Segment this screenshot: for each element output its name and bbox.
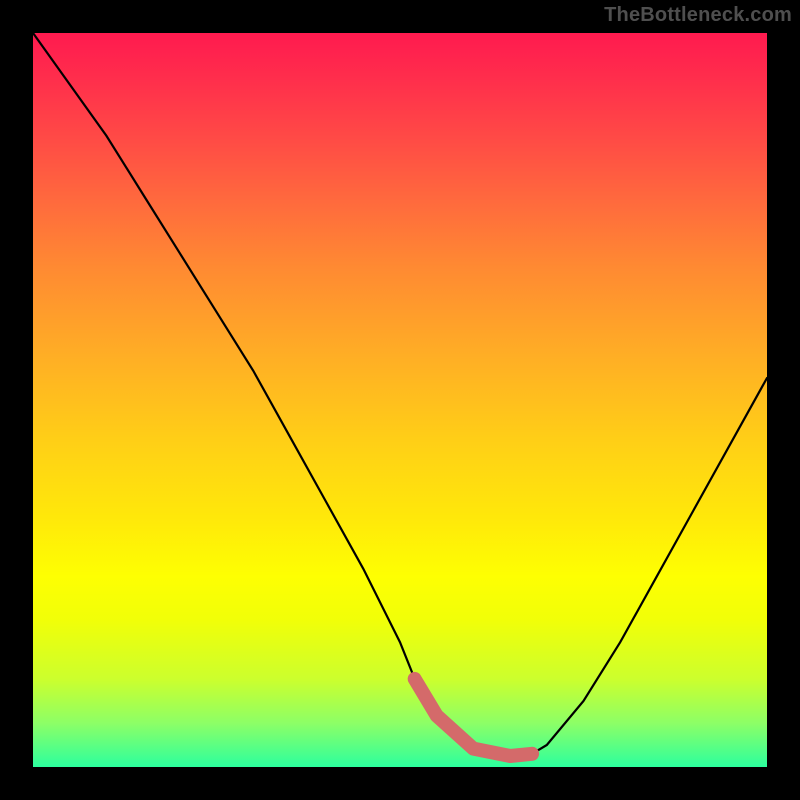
optimal-band-line: [415, 679, 532, 756]
chart-frame: TheBottleneck.com: [0, 0, 800, 800]
plot-area: [33, 33, 767, 767]
bottleneck-curve-line: [33, 33, 767, 756]
chart-svg: [33, 33, 767, 767]
watermark-text: TheBottleneck.com: [604, 4, 792, 27]
